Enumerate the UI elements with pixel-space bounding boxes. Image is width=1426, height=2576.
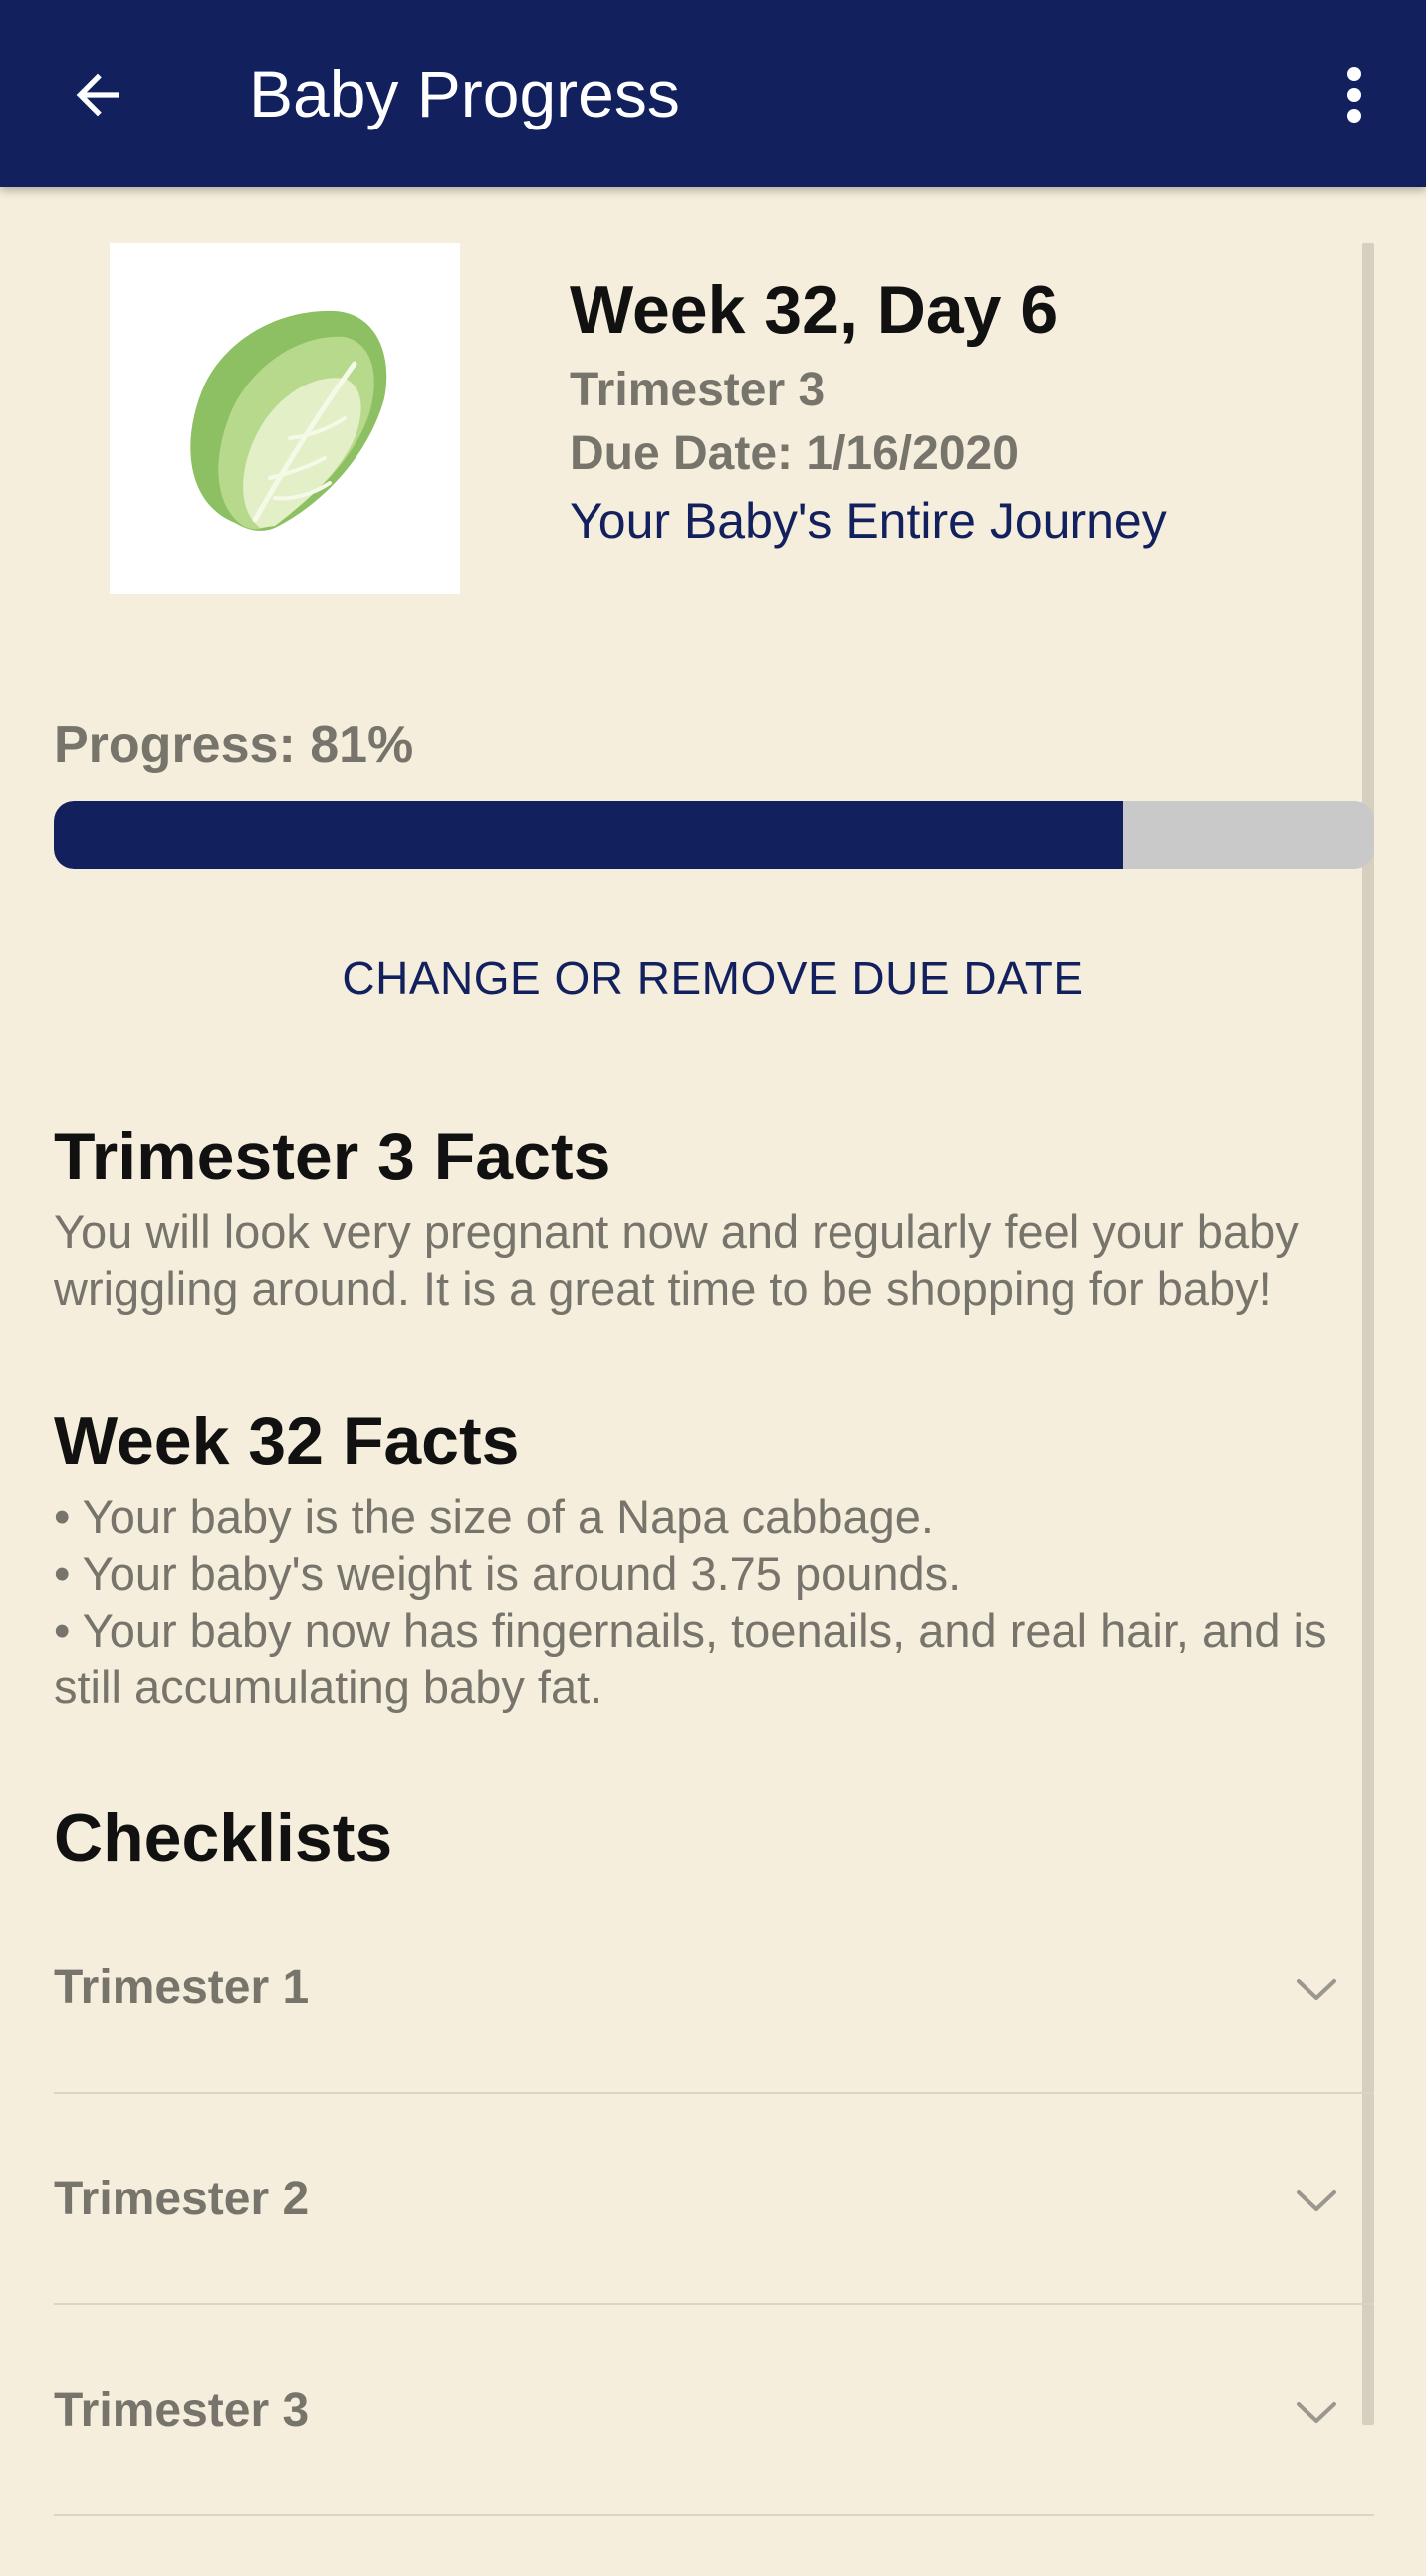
more-vertical-icon [1347,67,1361,123]
arrow-left-icon [76,73,119,117]
list-item: • Your baby now has fingernails, toenail… [54,1604,1327,1713]
chevron-down-icon[interactable] [1289,2385,1344,2441]
change-due-date-button[interactable]: CHANGE OR REMOVE DUE DATE [0,951,1426,1005]
checklists-heading: Checklists [54,1800,393,1876]
overflow-menu-button[interactable] [1326,55,1382,134]
napa-cabbage-illustration [190,310,387,531]
checklist-row-trimester-3[interactable]: Trimester 3 [54,2305,1374,2516]
progress-label: Progress: 81% [54,716,414,774]
entire-journey-link[interactable]: Your Baby's Entire Journey [570,492,1167,550]
checklist-row-label: Trimester 1 [54,1961,310,2014]
chevron-down-icon[interactable] [1289,1962,1344,2018]
checklist-row-label: Trimester 2 [54,2173,310,2225]
back-button[interactable] [58,55,137,134]
progress-bar-fill [54,801,1124,869]
divider [54,2514,1374,2516]
week-facts-list: • Your baby is the size of a Napa cabbag… [54,1488,1388,1715]
list-item: • Your baby's weight is around 3.75 poun… [54,1547,962,1600]
list-item: • Your baby is the size of a Napa cabbag… [54,1490,934,1543]
chevron-down-icon[interactable] [1289,2174,1344,2229]
baby-size-image [110,243,460,594]
trimester-facts-text: You will look very pregnant now and regu… [54,1205,1299,1315]
progress-bar [54,801,1374,869]
checklist-row-label: Trimester 3 [54,2384,310,2437]
page-title: Baby Progress [249,57,680,130]
week-facts-heading: Week 32 Facts [54,1404,520,1479]
checklist-row-trimester-1[interactable]: Trimester 1 [54,1883,1374,2094]
checklist-row-trimester-2[interactable]: Trimester 2 [54,2094,1374,2305]
week-day-title: Week 32, Day 6 [570,272,1059,348]
trimester-label: Trimester 3 [570,364,826,416]
due-date-label: Due Date: 1/16/2020 [570,427,1019,480]
app-bar: Baby Progress [0,0,1426,187]
trimester-facts-heading: Trimester 3 Facts [54,1119,611,1194]
